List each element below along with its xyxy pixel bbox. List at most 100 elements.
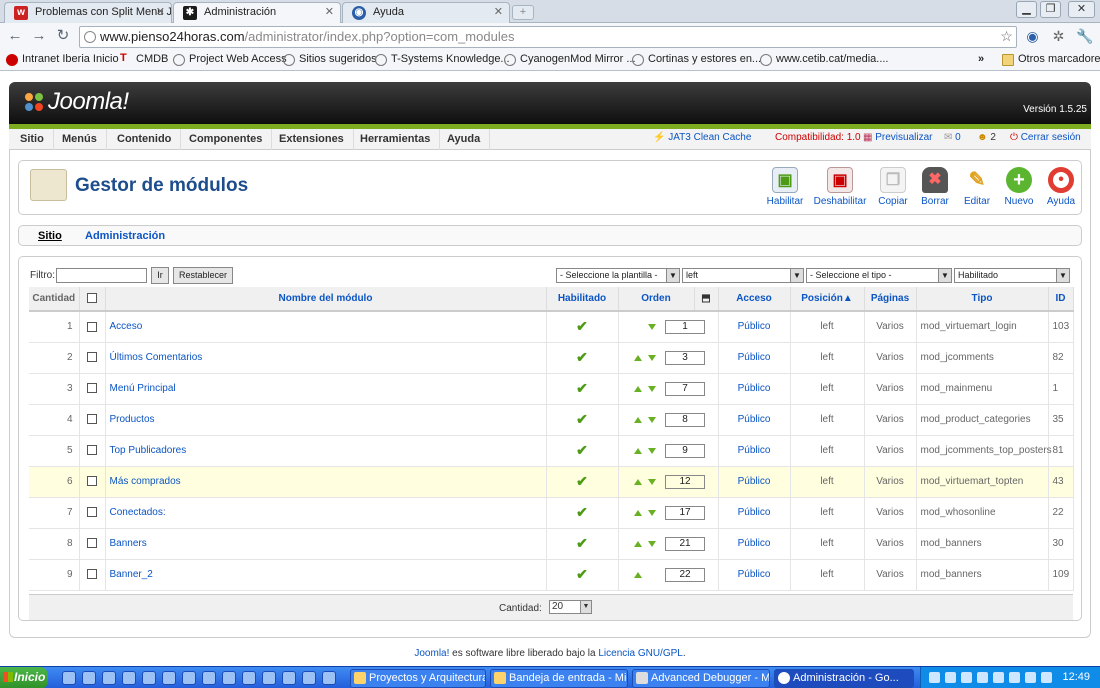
app-icon[interactable] [302,671,316,685]
col-posicion[interactable]: Posición▲ [790,287,865,312]
app-icon[interactable] [102,671,116,685]
back-icon[interactable]: ← [6,27,24,45]
tab-administracion[interactable]: ✱ Administración ✕ [173,2,341,23]
app-icon[interactable] [142,671,156,685]
firefox-icon[interactable] [242,671,256,685]
enable-button[interactable]: ▣ Habilitar [761,167,809,207]
close-tab-icon[interactable]: ✕ [156,5,165,18]
app-icon[interactable] [282,671,296,685]
row-checkbox[interactable] [87,507,97,518]
row-checkbox-cell[interactable] [79,528,106,560]
bookmark-item[interactable]: Intranet Iberia Inicio [6,53,119,66]
position-select[interactable]: left ▼ [682,268,804,283]
extension-tools-icon[interactable]: ✲ [1050,28,1067,45]
row-checkbox-cell[interactable] [79,311,106,343]
check-icon[interactable]: ✔ [576,442,588,458]
col-acceso[interactable]: Acceso [718,287,791,312]
enabled-cell[interactable]: ✔ [546,342,619,374]
move-up-icon[interactable] [634,478,642,485]
row-checkbox-cell[interactable] [79,559,106,591]
menu-componentes[interactable]: Componentes [180,129,273,150]
move-down-icon[interactable] [648,416,656,423]
start-button[interactable]: Inicio [0,667,48,688]
access-link[interactable]: Público [738,383,771,394]
col-tipo[interactable]: Tipo [916,287,1049,312]
col-nombre[interactable]: Nombre del módulo [105,287,547,312]
filter-go-button[interactable]: Ir [151,267,169,284]
enabled-cell[interactable]: ✔ [546,497,619,529]
logout-link[interactable]: ⏻ Cerrar sesión [1010,132,1081,143]
menu-sitio[interactable]: Sitio [11,129,54,150]
app-icon[interactable] [122,671,136,685]
delete-button[interactable]: ✖ Borrar [911,167,959,207]
disable-button[interactable]: ▣ Deshabilitar [811,167,869,207]
limit-select[interactable]: 20 ▼ [549,600,592,614]
task-debugger[interactable]: Advanced Debugger - M... [632,669,770,688]
move-down-icon[interactable] [648,509,656,516]
copy-button[interactable]: ❐ Copiar [869,167,917,207]
edit-button[interactable]: ✎ Editar [953,167,1001,207]
row-checkbox[interactable] [87,352,97,363]
tray-icon[interactable] [1009,672,1020,683]
task-bandeja[interactable]: Bandeja de entrada - Mic... [490,669,628,688]
order-input[interactable]: 9 [665,443,705,458]
move-down-icon[interactable] [648,323,656,330]
tray-icon[interactable] [1025,672,1036,683]
preview-link[interactable]: ▦ Previsualizar [863,132,932,143]
check-icon[interactable]: ✔ [576,535,588,551]
move-up-icon[interactable] [634,509,642,516]
enabled-cell[interactable]: ✔ [546,311,619,343]
submenu-administracion[interactable]: Administración [85,230,165,242]
module-name-link[interactable]: Últimos Comentarios [110,352,203,363]
joomla-link[interactable]: Joomla! [414,648,449,659]
move-down-icon[interactable] [648,354,656,361]
bookmark-item[interactable]: Project Web Access [173,53,287,66]
close-window-icon[interactable]: ✕ [1068,1,1095,18]
save-order-button[interactable]: ⬒ [694,287,719,312]
row-checkbox[interactable] [87,383,97,394]
state-select[interactable]: Habilitado ▼ [954,268,1070,283]
col-habilitado[interactable]: Habilitado [546,287,619,312]
row-checkbox-cell[interactable] [79,435,106,467]
type-select[interactable]: - Seleccione el tipo - ▼ [806,268,952,283]
module-name-link[interactable]: Conectados: [110,507,166,518]
select-all-checkbox[interactable] [87,293,97,304]
filter-input[interactable] [56,268,147,283]
move-down-icon[interactable] [648,540,656,547]
bookmark-item[interactable]: CyanogenMod Mirror ... [504,53,636,66]
menu-extensiones[interactable]: Extensiones [270,129,354,150]
module-name-link[interactable]: Más comprados [110,476,181,487]
check-icon[interactable]: ✔ [576,318,588,334]
row-checkbox[interactable] [87,538,97,549]
enabled-cell[interactable]: ✔ [546,559,619,591]
row-checkbox[interactable] [87,476,97,487]
wrench-icon[interactable]: 🔧 [1076,28,1093,45]
reload-icon[interactable]: ↻ [54,27,72,45]
move-down-icon[interactable] [648,385,656,392]
tray-icon[interactable] [977,672,988,683]
access-link[interactable]: Público [738,569,771,580]
module-name-link[interactable]: Top Publicadores [110,445,187,456]
app-icon[interactable] [182,671,196,685]
minimize-icon[interactable]: ▁ [1016,1,1037,18]
col-paginas[interactable]: Páginas [864,287,917,312]
move-up-icon[interactable] [634,447,642,454]
tab-problemas[interactable]: w Problemas con Split Menu JA Z ✕ [4,2,172,23]
order-input[interactable]: 1 [665,319,705,334]
row-checkbox[interactable] [87,321,97,332]
order-input[interactable]: 17 [665,505,705,520]
row-checkbox-cell[interactable] [79,497,106,529]
filter-reset-button[interactable]: Restablecer [173,267,234,284]
clean-cache-link[interactable]: ⚡ JAT3 Clean Cache [653,132,751,143]
task-administracion[interactable]: Administración - Go... [774,669,914,688]
col-id[interactable]: ID [1048,287,1074,312]
check-icon[interactable]: ✔ [576,349,588,365]
move-down-icon[interactable] [648,478,656,485]
app-icon[interactable] [262,671,276,685]
access-link[interactable]: Público [738,476,771,487]
app-icon[interactable] [202,671,216,685]
enabled-cell[interactable]: ✔ [546,404,619,436]
bookmark-item[interactable]: T CMDB [120,52,168,65]
address-bar[interactable]: www.pienso24horas.com/administrator/inde… [79,26,1017,48]
move-down-icon[interactable] [648,447,656,454]
